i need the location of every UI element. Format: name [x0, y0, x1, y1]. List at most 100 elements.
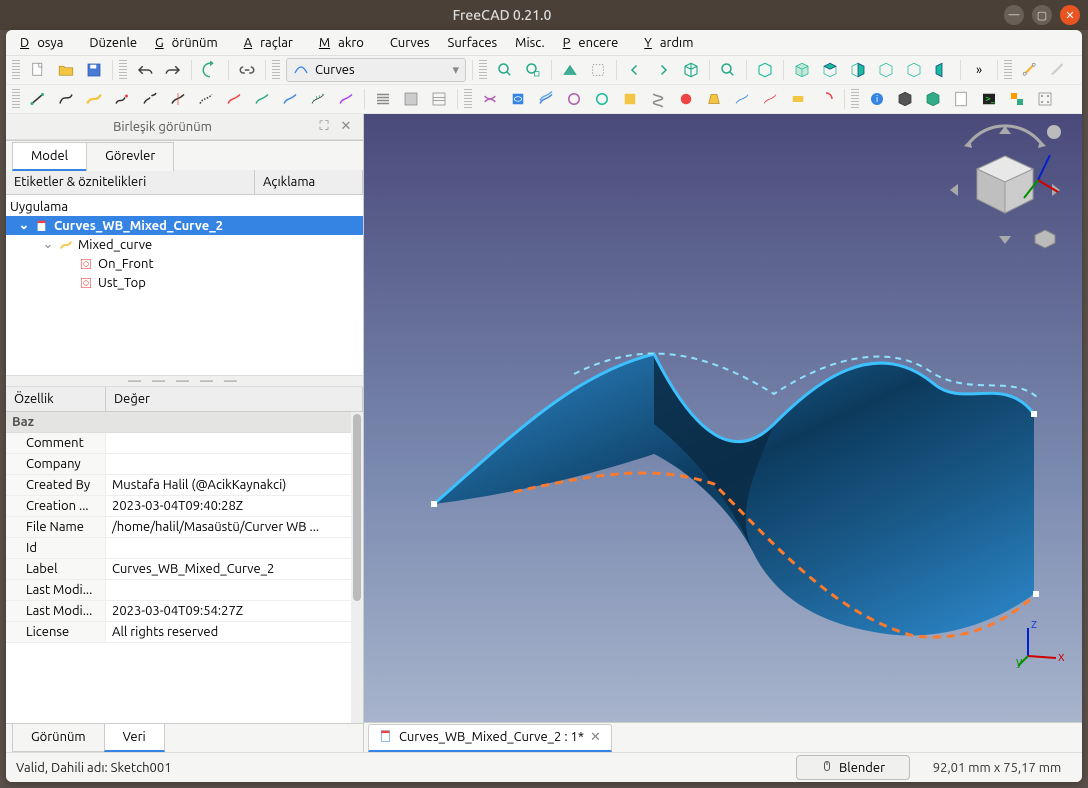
bspline-to-console-button[interactable] — [1033, 87, 1057, 111]
property-value[interactable]: /home/halil/Masaüstü/Curver WB ... — [106, 517, 363, 537]
view-left-button[interactable] — [930, 58, 954, 82]
discretize-button[interactable] — [194, 87, 218, 111]
adjacent-faces-button[interactable] — [1005, 87, 1029, 111]
undo-button[interactable] — [133, 58, 157, 82]
blend-curve-button[interactable] — [278, 87, 302, 111]
line-tool-button[interactable] — [26, 87, 50, 111]
flatten-face-button[interactable] — [786, 87, 810, 111]
window-close-button[interactable]: ✕ — [1060, 5, 1080, 25]
toolbar-grip[interactable] — [479, 60, 487, 80]
panel-splitter[interactable]: — — — — — — [6, 375, 363, 387]
fit-all-button[interactable] — [493, 58, 517, 82]
paste-svg-button[interactable] — [949, 87, 973, 111]
tab-data[interactable]: Veri — [104, 724, 165, 752]
menu-file[interactable]: Dosya — [12, 33, 79, 53]
tree-view[interactable]: Uygulama ⌄ Curves_WB_Mixed_Curve_2 ⌄ Mix… — [6, 195, 363, 375]
property-row[interactable]: Comment — [6, 433, 363, 454]
menu-curves[interactable]: Curves — [382, 33, 438, 53]
property-row[interactable]: Id — [6, 538, 363, 559]
toolbar-overflow-button[interactable]: » — [967, 58, 991, 82]
property-group-base[interactable]: Baz — [6, 412, 363, 433]
trim-face-button[interactable] — [399, 87, 423, 111]
property-value[interactable] — [106, 538, 363, 558]
objects-to-console-button[interactable]: >_ — [977, 87, 1001, 111]
bounding-box-button[interactable] — [586, 58, 610, 82]
property-value[interactable] — [106, 580, 363, 600]
property-scrollbar[interactable] — [351, 412, 363, 723]
property-value[interactable] — [106, 433, 363, 453]
property-value[interactable] — [106, 454, 363, 474]
nav-forward-button[interactable] — [651, 58, 675, 82]
tree-item-mixed-curve[interactable]: ⌄ Mixed_curve — [6, 235, 363, 254]
solid-button[interactable] — [921, 87, 945, 111]
approximate-button[interactable] — [222, 87, 246, 111]
window-minimize-button[interactable]: — — [1004, 5, 1024, 25]
menu-help[interactable]: Yardım — [636, 33, 709, 53]
isocurve-button[interactable] — [427, 87, 451, 111]
expand-icon[interactable]: ⌄ — [42, 237, 54, 252]
nav-style-button[interactable]: Blender — [796, 755, 910, 780]
extract-subshape-button[interactable] — [893, 87, 917, 111]
tab-model[interactable]: Model — [12, 142, 87, 171]
view-top-button[interactable] — [818, 58, 842, 82]
blend-surface-button[interactable] — [730, 87, 754, 111]
editable-spline-button[interactable] — [54, 87, 78, 111]
draw-style-button[interactable] — [558, 58, 582, 82]
tree-item-ust-top[interactable]: Ust_Top — [6, 273, 363, 292]
refresh-button[interactable] — [198, 58, 222, 82]
geom-info-button[interactable]: i — [865, 87, 889, 111]
property-row[interactable]: Company — [6, 454, 363, 475]
menu-macro[interactable]: Makro — [311, 33, 380, 53]
measure-distance-button[interactable] — [1018, 58, 1042, 82]
property-value[interactable]: All rights reserved — [106, 622, 363, 642]
property-value[interactable]: 2023-03-04T09:54:27Z — [106, 601, 363, 621]
zoom-button[interactable] — [716, 58, 740, 82]
blend-solid-button[interactable] — [758, 87, 782, 111]
menu-edit[interactable]: Düzenle — [81, 33, 145, 53]
fit-selection-button[interactable] — [521, 58, 545, 82]
isometric-view-button[interactable] — [679, 58, 703, 82]
view-bottom-button[interactable] — [902, 58, 926, 82]
document-tab[interactable]: Curves_WB_Mixed_Curve_2 : 1* ✕ — [368, 724, 612, 752]
toolbar-grip[interactable] — [12, 89, 20, 109]
sketch-on-surface-button[interactable] — [506, 87, 530, 111]
reflect-lines-button[interactable] — [674, 87, 698, 111]
tree-header-labels[interactable]: Etiketler & öznitelikleri — [6, 170, 255, 194]
view-rear-button[interactable] — [874, 58, 898, 82]
property-row[interactable]: Last Modi... — [6, 580, 363, 601]
split-curve-button[interactable] — [166, 87, 190, 111]
window-maximize-button[interactable]: ▢ — [1032, 5, 1052, 25]
menu-windows[interactable]: Pencere — [555, 33, 635, 53]
file-save-button[interactable] — [82, 58, 106, 82]
toolbar-grip[interactable] — [119, 60, 127, 80]
toolbar-grip[interactable] — [464, 89, 472, 109]
profile-support-button[interactable] — [562, 87, 586, 111]
menu-view[interactable]: Görünüm — [147, 33, 234, 53]
close-tab-icon[interactable]: ✕ — [590, 730, 601, 745]
measure-clear-button[interactable] — [1046, 58, 1070, 82]
file-open-button[interactable] — [54, 58, 78, 82]
tree-header-desc[interactable]: Açıklama — [255, 170, 363, 194]
toolbar-grip[interactable] — [851, 89, 859, 109]
extend-curve-button[interactable] — [110, 87, 134, 111]
gordon-surface-button[interactable] — [478, 87, 502, 111]
property-row[interactable]: Creation ...2023-03-04T09:40:28Z — [6, 496, 363, 517]
interpolate-button[interactable] — [250, 87, 274, 111]
property-row[interactable]: LicenseAll rights reserved — [6, 622, 363, 643]
tree-document[interactable]: ⌄ Curves_WB_Mixed_Curve_2 — [6, 216, 363, 235]
link-button[interactable] — [235, 58, 259, 82]
property-value[interactable]: Mustafa Halil (@AcikKaynakci) — [106, 475, 363, 495]
property-row[interactable]: File Name/home/halil/Masaüstü/Curver WB … — [6, 517, 363, 538]
panel-detach-icon[interactable]: ⛶ — [315, 118, 333, 136]
rotation-sweep-button[interactable] — [814, 87, 838, 111]
3d-view[interactable]: z x y — [364, 114, 1082, 722]
compression-spring-button[interactable] — [646, 87, 670, 111]
menu-surfaces[interactable]: Surfaces — [440, 33, 506, 53]
property-value[interactable]: Curves_WB_Mixed_Curve_2 — [106, 559, 363, 579]
redo-button[interactable] — [161, 58, 185, 82]
toolbar-grip[interactable] — [272, 60, 280, 80]
segment-surface-button[interactable] — [618, 87, 642, 111]
menu-misc[interactable]: Misc. — [507, 33, 552, 53]
comb-plot-button[interactable] — [306, 87, 330, 111]
tab-tasks[interactable]: Görevler — [86, 142, 174, 171]
